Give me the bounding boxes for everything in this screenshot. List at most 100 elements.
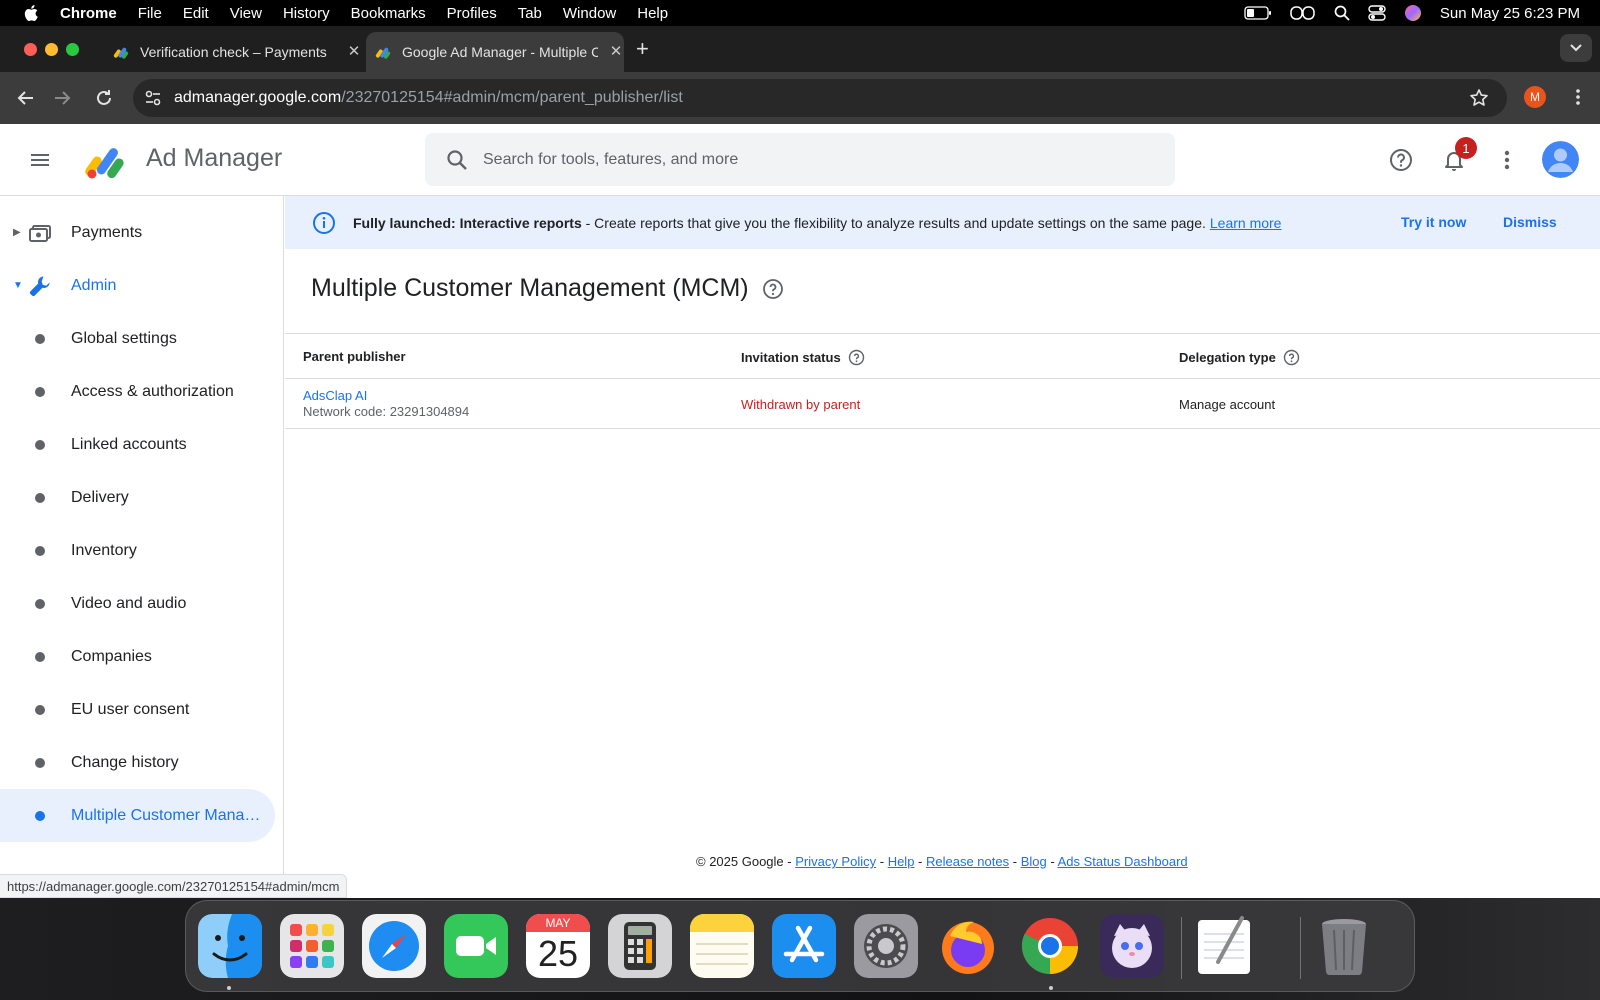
column-header-parent-publisher: Parent publisher: [303, 349, 406, 364]
new-tab-button[interactable]: +: [636, 36, 649, 62]
bullet-dot: [35, 386, 45, 397]
sidebar-item-label: Linked accounts: [71, 435, 187, 453]
menu-tab[interactable]: Tab: [518, 5, 542, 22]
help-circle-icon[interactable]: [1283, 349, 1300, 366]
dock-notes-icon[interactable]: [690, 914, 754, 978]
sidebar-item-video-and-audio[interactable]: Video and audio: [0, 577, 275, 630]
tab-close-icon[interactable]: ✕: [608, 44, 624, 60]
help-circle-icon[interactable]: [848, 349, 865, 366]
sidebar-item-change-history[interactable]: Change history: [0, 736, 275, 789]
battery-icon[interactable]: [1244, 6, 1272, 20]
screen-mirroring-icon[interactable]: [1290, 5, 1316, 21]
release-notes-link[interactable]: Release notes: [926, 854, 1009, 869]
address-bar[interactable]: admanager.google.com/23270125154#admin/m…: [133, 79, 1507, 117]
account-avatar[interactable]: [1542, 141, 1579, 178]
dock-mascot-app-icon[interactable]: [1100, 914, 1164, 978]
dock-system-settings-icon[interactable]: [854, 914, 918, 978]
chrome-menu-icon[interactable]: [1568, 87, 1588, 107]
chevron-down-icon: [1570, 44, 1582, 52]
dock-launchpad-icon[interactable]: [280, 914, 344, 978]
sidebar-item-access-authorization[interactable]: Access & authorization: [0, 365, 275, 418]
back-arrow-icon[interactable]: [14, 87, 36, 109]
sidebar-section-admin[interactable]: ▼ Admin: [0, 259, 275, 312]
ads-status-dashboard-link[interactable]: Ads Status Dashboard: [1058, 854, 1188, 869]
sidebar-item-label: Companies: [71, 647, 152, 665]
sidebar-section-label: Admin: [71, 276, 117, 294]
forward-arrow-icon[interactable]: [52, 87, 74, 109]
menu-bookmarks[interactable]: Bookmarks: [351, 5, 426, 22]
blog-link[interactable]: Blog: [1021, 854, 1047, 869]
help-link[interactable]: Help: [888, 854, 915, 869]
control-center-icon[interactable]: [1368, 5, 1386, 21]
bullet-dot: [35, 545, 45, 556]
publisher-name-link[interactable]: AdsClap AI: [303, 388, 469, 403]
help-circle-icon[interactable]: [762, 278, 784, 300]
sidebar-item-linked-accounts[interactable]: Linked accounts: [0, 418, 275, 471]
sidebar-section-payments[interactable]: ▶ Payments: [0, 206, 275, 259]
window-minimize-button[interactable]: [45, 43, 58, 56]
sidebar-item-companies[interactable]: Companies: [0, 630, 275, 683]
tab-close-icon[interactable]: ✕: [346, 44, 362, 60]
menu-app-name[interactable]: Chrome: [60, 5, 117, 22]
help-icon[interactable]: [1388, 147, 1414, 173]
dismiss-button[interactable]: Dismiss: [1503, 214, 1557, 230]
browser-tab-strip: Verification check – Payments ✕ Google A…: [0, 26, 1600, 72]
bullet-dot: [35, 492, 45, 503]
macos-menu-bar: Chrome File Edit View History Bookmarks …: [0, 0, 1600, 26]
site-info-icon[interactable]: [143, 88, 163, 108]
window-close-button[interactable]: [24, 43, 37, 56]
column-header-label: Invitation status: [741, 350, 841, 365]
more-options-icon[interactable]: [1494, 147, 1520, 173]
window-zoom-button[interactable]: [66, 43, 79, 56]
menu-profiles[interactable]: Profiles: [447, 5, 497, 22]
bookmark-star-icon[interactable]: [1469, 88, 1489, 108]
sidebar-item-multiple-customer-management[interactable]: Multiple Customer Management: [0, 789, 275, 842]
product-name[interactable]: Ad Manager: [146, 144, 282, 173]
tab-ad-manager-mcm[interactable]: Google Ad Manager - Multiple Customer Ma…: [366, 32, 624, 72]
main-menu-icon[interactable]: [28, 148, 52, 172]
menu-view[interactable]: View: [230, 5, 262, 22]
ad-manager-favicon-icon: [113, 47, 129, 59]
bullet-dot: [35, 439, 45, 450]
wrench-icon: [29, 276, 50, 296]
macos-dock: MAY 25: [185, 900, 1415, 992]
privacy-policy-link[interactable]: Privacy Policy: [795, 854, 876, 869]
reload-icon[interactable]: [93, 87, 115, 109]
bullet-dot: [35, 651, 45, 662]
dock-calculator-icon[interactable]: [608, 914, 672, 978]
search-bar[interactable]: [425, 133, 1175, 186]
dock-safari-icon[interactable]: [362, 914, 426, 978]
menu-history[interactable]: History: [283, 5, 330, 22]
chrome-profile-avatar[interactable]: M: [1524, 86, 1546, 108]
menu-window[interactable]: Window: [563, 5, 616, 22]
dock-chrome-icon[interactable]: [1018, 914, 1082, 978]
dock-firefox-icon[interactable]: [936, 914, 1000, 978]
dock-finder-icon[interactable]: [198, 914, 262, 978]
menu-edit[interactable]: Edit: [183, 5, 209, 22]
sidebar-item-global-settings[interactable]: Global settings: [0, 312, 275, 365]
sidebar-item-eu-user-consent[interactable]: EU user consent: [0, 683, 275, 736]
dock-calendar-icon[interactable]: MAY 25: [526, 914, 590, 978]
banner-text: - Create reports that give you the flexi…: [581, 214, 1206, 231]
menu-file[interactable]: File: [138, 5, 162, 22]
apple-icon[interactable]: [22, 3, 42, 23]
dock-facetime-icon[interactable]: [444, 914, 508, 978]
dock-textedit-icon[interactable]: [1192, 914, 1256, 978]
sidebar-item-inventory[interactable]: Inventory: [0, 524, 275, 577]
menu-help[interactable]: Help: [637, 5, 668, 22]
learn-more-link[interactable]: Learn more: [1210, 215, 1282, 231]
dock-app-store-icon[interactable]: [772, 914, 836, 978]
try-it-now-button[interactable]: Try it now: [1401, 214, 1466, 230]
spotlight-search-icon[interactable]: [1334, 5, 1350, 21]
menubar-clock[interactable]: Sun May 25 6:23 PM: [1440, 5, 1580, 22]
search-input[interactable]: [483, 150, 1083, 169]
sidebar-item-delivery[interactable]: Delivery: [0, 471, 275, 524]
page-footer: © 2025 Google - Privacy Policy - Help - …: [696, 854, 1188, 869]
bullet-dot: [35, 704, 45, 715]
tab-verification-check[interactable]: Verification check – Payments ✕: [104, 32, 362, 72]
dock-trash-icon[interactable]: [1312, 914, 1376, 978]
ad-manager-logo-icon[interactable]: [84, 138, 128, 182]
tab-search-button[interactable]: [1560, 34, 1592, 62]
siri-icon[interactable]: [1404, 4, 1422, 22]
notification-count-badge: 1: [1455, 137, 1477, 159]
